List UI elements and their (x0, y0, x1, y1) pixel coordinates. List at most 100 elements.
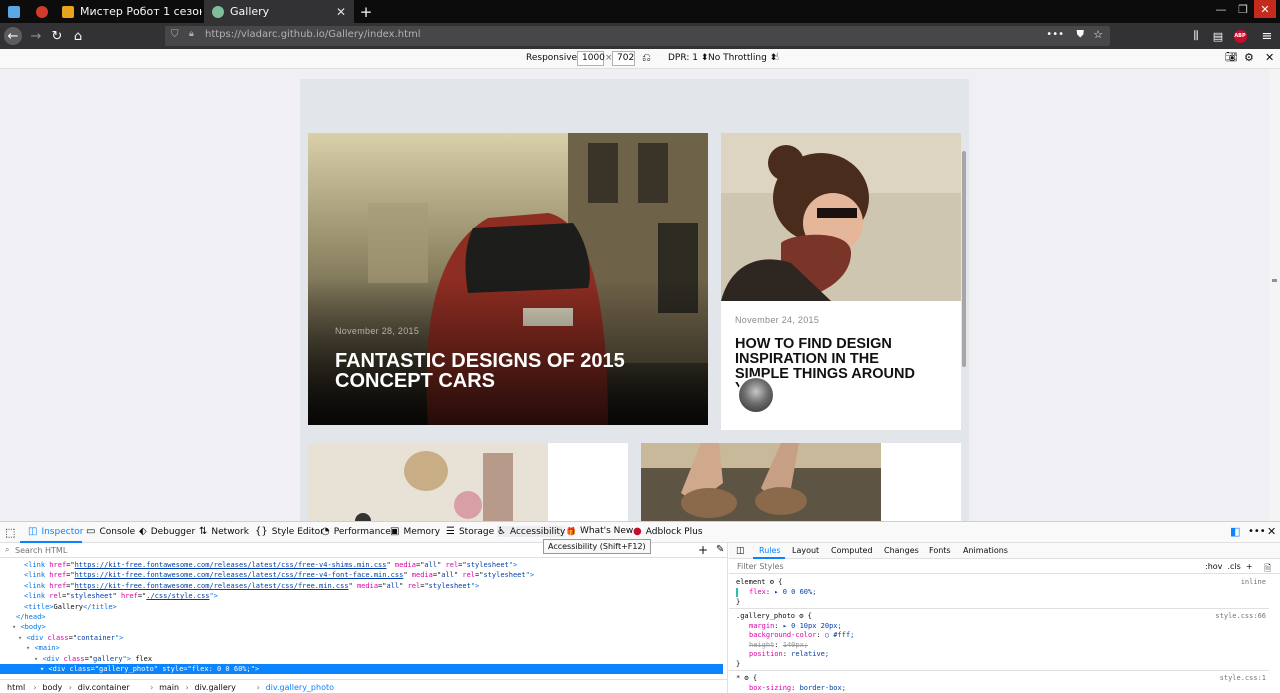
markup-node[interactable]: ▾ <body> (0, 622, 723, 632)
author-avatar[interactable] (737, 376, 775, 414)
add-node-icon[interactable]: + (698, 543, 708, 557)
css-property[interactable]: position (749, 650, 783, 658)
tab-computed[interactable]: Computed (831, 546, 873, 555)
gallery-card-3[interactable] (308, 443, 628, 521)
breadcrumb-item[interactable]: html (7, 683, 25, 692)
css-property[interactable]: height (749, 641, 774, 649)
markup-node[interactable]: </head> (0, 612, 723, 622)
print-media-icon[interactable]: 🗎 (1264, 561, 1271, 577)
markup-node[interactable]: <link rel="stylesheet" href="./css/style… (0, 591, 723, 601)
markup-node[interactable]: ▾ <div class="container"> (0, 633, 723, 643)
viewport-height-input[interactable]: 702 (612, 51, 635, 66)
search-html-input[interactable]: Search HTML (15, 546, 67, 555)
tab-performance[interactable]: ◔ Performance (321, 526, 391, 537)
breadcrumb-item[interactable]: div.gallery_photo (266, 683, 334, 692)
eyedropper-icon[interactable]: ✎ (716, 544, 724, 555)
css-declaration[interactable]: flex: ▸ 0 0 60%; (749, 588, 816, 597)
close-window-icon[interactable]: ✕ (1254, 0, 1276, 18)
tab-debugger[interactable]: ⬖ Debugger (139, 526, 195, 537)
page-actions-icon[interactable]: ••• (1046, 29, 1064, 40)
tab-console[interactable]: ▭ Console (86, 526, 135, 537)
css-value[interactable]: ▸ 0 0 60%; (774, 588, 816, 596)
markup-node-selected[interactable]: ▾ <div class="gallery_photo" style="flex… (0, 664, 723, 674)
markup-node[interactable]: <link href="https://kit-free.fontawesome… (0, 560, 723, 570)
tab-whats-new[interactable]: 🎁 What's New (566, 526, 633, 536)
css-declaration[interactable]: box-sizing: border-box; (749, 684, 846, 693)
gallery-card-4[interactable] (641, 443, 961, 521)
tab-pinned-2[interactable] (28, 0, 54, 23)
home-icon[interactable]: ⌂ (69, 27, 87, 45)
css-declaration[interactable]: position: relative; (749, 650, 829, 659)
minimize-icon[interactable]: — (1210, 0, 1232, 18)
element-picker-icon[interactable]: ⬚ (5, 526, 15, 539)
back-icon[interactable]: ← (4, 27, 22, 45)
close-tab-icon[interactable]: ✕ (336, 5, 346, 19)
menu-icon[interactable]: ≡ (1258, 27, 1276, 45)
throttling-selector[interactable]: No Throttling ⬍ (708, 53, 777, 63)
markup-node[interactable]: <title>Gallery</title> (0, 602, 723, 612)
tab-storage[interactable]: ☰ Storage (446, 526, 494, 537)
css-value[interactable]: border-box; (800, 684, 846, 692)
tab-adblock-plus[interactable]: ● Adblock Plus (633, 526, 703, 537)
tab-fonts[interactable]: Fonts (929, 546, 951, 555)
markup-node[interactable]: <link href="https://kit-free.fontawesome… (0, 581, 723, 591)
css-source-link[interactable]: style.css:66 (1215, 612, 1266, 621)
page-scrollbar[interactable] (1269, 69, 1280, 521)
viewport-scrollbar[interactable] (962, 151, 966, 367)
markup-node[interactable]: ▾ <div class="gallery"> flex (0, 654, 723, 664)
css-declaration[interactable]: margin: ▸ 0 10px 20px; (749, 622, 842, 631)
css-property[interactable]: box-sizing (749, 684, 791, 692)
card-title[interactable]: Fantastic designs of 2015 concept cars (335, 351, 665, 392)
pocket-icon[interactable]: ⛊ (1077, 29, 1085, 40)
tab-memory[interactable]: ▣ Memory (390, 526, 440, 537)
maximize-icon[interactable]: ❐ (1232, 0, 1254, 18)
breadcrumb-item[interactable]: body (42, 683, 62, 692)
split-panel-icon[interactable]: ◫ (736, 546, 745, 556)
markup-node[interactable]: ▾ <main> (0, 643, 723, 653)
css-property[interactable]: background-color (749, 631, 816, 639)
css-value[interactable]: relative; (791, 650, 829, 658)
css-selector[interactable]: * ⚙ { (736, 674, 757, 683)
bookmark-star-icon[interactable]: ☆ (1093, 28, 1103, 41)
tab-network[interactable]: ⇅ Network (199, 526, 249, 537)
reload-icon[interactable]: ↻ (48, 27, 66, 45)
gallery-card-1[interactable]: November 28, 2015 Fantastic designs of 2… (308, 133, 708, 425)
css-value[interactable]: 140px; (783, 641, 808, 649)
dpr-selector[interactable]: DPR: 1 ⬍ (668, 53, 708, 63)
viewport-width-input[interactable]: 1000 (577, 51, 605, 66)
tab-rules[interactable]: Rules (759, 546, 781, 555)
tab-accessibility[interactable]: ♿ Accessibility (497, 526, 566, 537)
filter-styles-input[interactable]: Filter Styles (737, 562, 784, 571)
css-property[interactable]: margin (749, 622, 774, 630)
lock-icon[interactable]: 🔒︎ (189, 29, 194, 39)
close-devtools-icon[interactable]: ✕ (1267, 525, 1276, 538)
breadcrumb-item[interactable]: div.container (78, 683, 130, 692)
library-icon[interactable]: ⫼ (1187, 27, 1205, 45)
breadcrumb-item[interactable]: div.gallery (195, 683, 236, 692)
tab-layout[interactable]: Layout (792, 546, 819, 555)
pseudo-class-toggles[interactable]: :hov .cls + (1205, 562, 1253, 571)
touch-simulation-icon[interactable]: ☝ (773, 52, 779, 63)
url-text[interactable]: https://vladarc.github.io/Gallery/index.… (205, 29, 421, 40)
css-value[interactable]: ▸ 0 10px 20px; (783, 622, 842, 630)
tab-changes[interactable]: Changes (884, 546, 919, 555)
new-tab-button[interactable]: + (356, 0, 376, 23)
shield-icon[interactable]: ⛉ (171, 29, 179, 40)
css-source-link[interactable]: inline (1241, 578, 1266, 587)
close-rdm-icon[interactable]: ✕ (1265, 51, 1274, 64)
screenshot-icon[interactable]: 📷︎ (1225, 52, 1238, 63)
adblock-icon[interactable]: ABP (1231, 27, 1249, 45)
tab-gallery[interactable]: Gallery ✕ (204, 0, 354, 23)
css-selector[interactable]: element ⚙ { (736, 578, 782, 587)
tab-animations[interactable]: Animations (963, 546, 1008, 555)
css-declaration[interactable]: height: 140px; (749, 641, 808, 650)
sidebar-icon[interactable]: ▤ (1209, 27, 1227, 45)
gallery-card-2[interactable]: November 24, 2015 How to find design ins… (721, 133, 961, 430)
breadcrumb-item[interactable]: main (159, 683, 179, 692)
markup-node[interactable]: <link href="https://kit-free.fontawesome… (0, 570, 723, 580)
css-selector[interactable]: .gallery_photo ⚙ { (736, 612, 812, 621)
rotate-icon[interactable]: ⎌ (642, 51, 651, 65)
devtools-menu-icon[interactable]: ••• (1248, 526, 1266, 537)
css-declaration[interactable]: background-color: ○ #fff; (749, 631, 854, 640)
settings-gear-icon[interactable]: ⚙ (1244, 51, 1254, 64)
